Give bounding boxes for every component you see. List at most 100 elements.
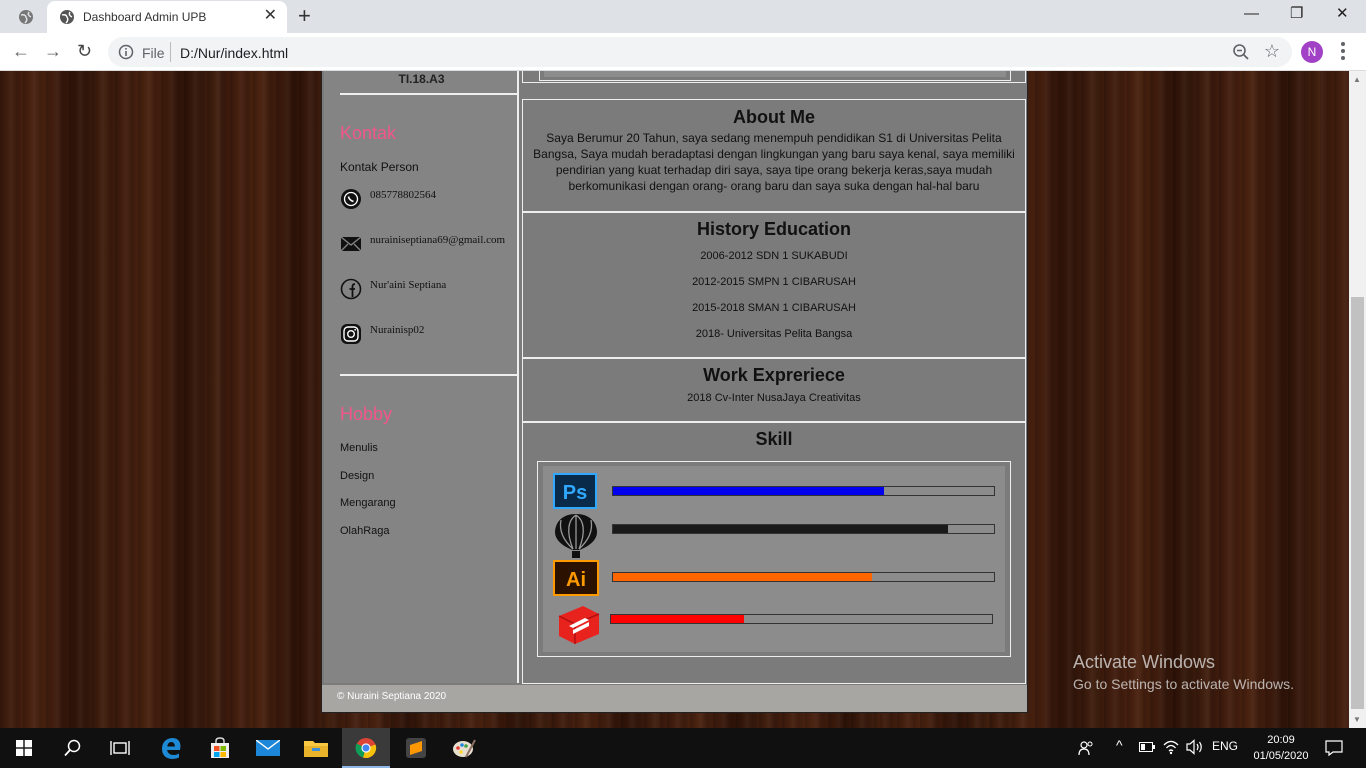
task-view-icon	[110, 741, 130, 755]
close-window-button[interactable]: ✕	[1336, 4, 1349, 24]
language-indicator[interactable]: ENG	[1212, 739, 1238, 753]
profile-avatar[interactable]: N	[1301, 41, 1323, 63]
about-text: Saya Berumur 20 Tahun, saya sedang menem…	[533, 131, 1015, 193]
skill-bar-fill	[613, 487, 884, 495]
url-text[interactable]: D:/Nur/index.html	[180, 45, 288, 61]
tray-chevron-icon[interactable]: ^	[1116, 737, 1123, 753]
contact-title: Kontak	[340, 123, 397, 143]
taskbar-mail[interactable]	[244, 728, 292, 768]
contact-person-label: Kontak Person	[340, 160, 419, 174]
taskbar-store[interactable]	[196, 728, 244, 768]
about-section: About Me Saya Berumur 20 Tahun, saya sed…	[522, 99, 1026, 212]
work-title: Work Expreriece	[703, 365, 845, 385]
skill-row: Ps	[543, 470, 1005, 514]
illustrator-icon: Ai	[553, 560, 599, 596]
clock-date: 01/05/2020	[1253, 750, 1309, 762]
contact-whatsapp[interactable]: 085778802564	[340, 188, 518, 210]
page-scrollbar[interactable]: ▲ ▼	[1349, 71, 1366, 728]
tab-close-icon[interactable]: ✕	[264, 7, 277, 25]
skill-bar-photoshop	[612, 486, 995, 496]
contact-email[interactable]: nurainiseptiana69@gmail.com	[340, 233, 518, 255]
education-item: 2018- Universitas Pelita Bangsa	[695, 328, 853, 340]
page-viewport: TI.18.A3 Kontak Kontak Person 0857788025…	[0, 71, 1349, 728]
watermark-subtitle: Go to Settings to activate Windows.	[1073, 676, 1294, 692]
taskbar-clock[interactable]: 20:09 01/05/2020	[1245, 732, 1317, 764]
watermark-title: Activate Windows	[1073, 652, 1216, 672]
clock-time: 20:09	[1267, 734, 1295, 746]
work-section: Work Expreriece 2018 Cv-Inter NusaJaya C…	[522, 358, 1026, 422]
instagram-icon	[341, 324, 361, 344]
forward-button[interactable]: →	[44, 41, 62, 61]
taskbar-sublime[interactable]	[392, 728, 440, 768]
scrollbar-thumb[interactable]	[1351, 297, 1364, 709]
maximize-button[interactable]: ❐	[1290, 4, 1303, 24]
address-bar[interactable]: File D:/Nur/index.html ☆	[108, 37, 1292, 67]
contact-facebook[interactable]: Nur'aini Septiana	[340, 278, 518, 300]
folder-icon	[304, 741, 328, 757]
start-button[interactable]	[0, 728, 48, 768]
photo-box	[522, 71, 1026, 83]
skills-frame: Ps Ai	[537, 461, 1011, 657]
battery-icon[interactable]	[1139, 742, 1155, 752]
main-content: About Me Saya Berumur 20 Tahun, saya sed…	[522, 71, 1026, 684]
bookmark-star-icon[interactable]: ☆	[1264, 41, 1280, 61]
browser-toolbar: ← → ↻ File D:/Nur/index.html ☆ N	[0, 33, 1366, 71]
contact-instagram[interactable]: Nurainisp02	[340, 323, 518, 345]
hobby-item: Mengarang	[340, 497, 396, 509]
activation-watermark: Activate Windows Go to Settings to activ…	[1073, 652, 1294, 692]
search-button[interactable]	[48, 728, 96, 768]
skill-bar-fill	[611, 615, 744, 623]
hobby-item: Menulis	[340, 442, 378, 454]
chrome-icon	[355, 738, 377, 759]
skill-bar-fill	[613, 525, 948, 533]
footer-text: © Nuraini Septiana 2020	[337, 691, 447, 702]
reload-button[interactable]: ↻	[77, 41, 92, 61]
skill-bar-sketchup	[610, 614, 993, 624]
mail-app-icon	[256, 740, 280, 756]
work-item: 2018 Cv-Inter NusaJaya Creativitas	[687, 392, 861, 404]
hobby-title: Hobby	[340, 404, 393, 424]
tab-favicon-globe-icon	[60, 10, 74, 24]
wifi-icon[interactable]	[1163, 739, 1179, 755]
contact-text: Nur'aini Septiana	[370, 279, 447, 291]
sidebar: TI.18.A3 Kontak Kontak Person 0857788025…	[324, 71, 519, 683]
info-icon[interactable]	[118, 44, 134, 60]
skill-title: Skill	[755, 429, 793, 449]
new-tab-button[interactable]: +	[298, 5, 311, 27]
people-icon[interactable]	[1078, 740, 1094, 756]
volume-icon[interactable]	[1186, 739, 1204, 755]
skill-row: Ai	[543, 560, 1005, 604]
store-icon	[211, 737, 229, 758]
contact-text: Nurainisp02	[370, 324, 425, 336]
task-view-button[interactable]	[96, 728, 144, 768]
browser-tab[interactable]: Dashboard Admin UPB ✕	[47, 1, 287, 33]
education-title: History Education	[696, 219, 852, 239]
url-separator	[170, 42, 171, 62]
minimize-button[interactable]: —	[1244, 4, 1259, 24]
scroll-down-icon[interactable]: ▼	[1353, 715, 1361, 724]
back-button[interactable]: ←	[12, 41, 30, 61]
zoom-out-icon[interactable]	[1232, 43, 1250, 61]
taskbar-chrome[interactable]	[342, 728, 390, 768]
skill-bar-coreldraw	[612, 524, 995, 534]
education-item: 2015-2018 SMAN 1 CIBARUSAH	[692, 302, 856, 314]
skill-row	[543, 512, 1005, 558]
scroll-up-icon[interactable]: ▲	[1353, 75, 1361, 84]
mail-icon	[340, 236, 362, 252]
skill-section: Skill Ps Ai	[522, 422, 1026, 684]
skill-row	[543, 604, 1005, 648]
taskbar-edge[interactable]	[148, 728, 196, 768]
hobby-item: Design	[340, 470, 375, 482]
hobby-item: OlahRaga	[340, 525, 390, 537]
contact-text: 085778802564	[370, 189, 436, 201]
tab-title: Dashboard Admin UPB	[83, 10, 207, 24]
about-title: About Me	[733, 107, 815, 127]
browser-menu-icon[interactable]	[1340, 42, 1346, 62]
notification-icon[interactable]	[1325, 739, 1343, 757]
education-item: 2006-2012 SDN 1 SUKABUDI	[700, 250, 848, 262]
page-footer: © Nuraini Septiana 2020	[322, 685, 1027, 712]
taskbar-paint[interactable]	[440, 728, 488, 768]
taskbar-explorer[interactable]	[292, 728, 340, 768]
class-label: TI.18.A3	[398, 72, 445, 86]
divider	[340, 374, 518, 376]
